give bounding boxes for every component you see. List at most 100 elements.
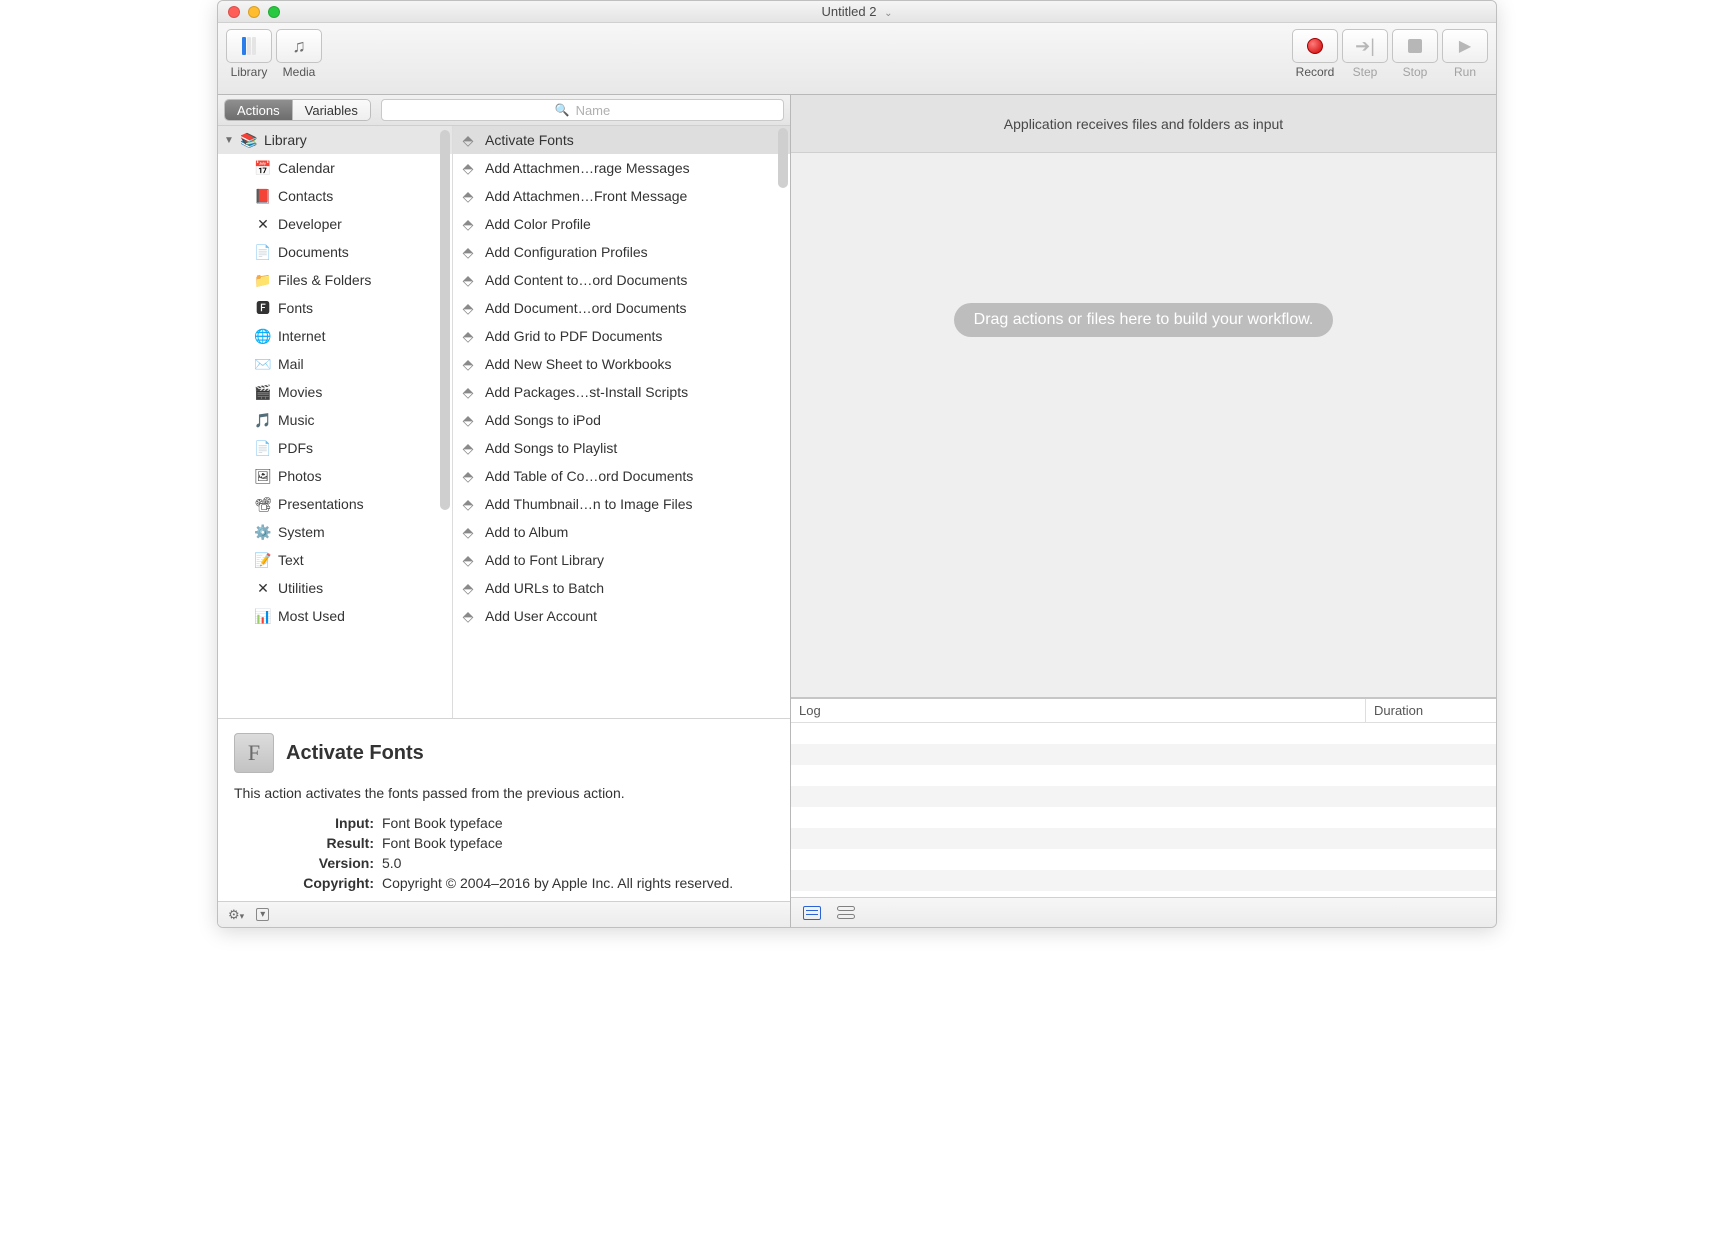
action-label: Add URLs to Batch <box>485 580 604 596</box>
category-item[interactable]: 📝Text <box>218 546 452 574</box>
zoom-window-button[interactable] <box>268 6 280 18</box>
action-item[interactable]: ⬘Add Configuration Profiles <box>453 238 790 266</box>
gear-menu-button[interactable]: ⚙︎▾ <box>228 907 244 923</box>
action-icon: ⬘ <box>457 243 479 261</box>
search-field[interactable]: 🔍 Name <box>381 99 784 121</box>
category-item[interactable]: 📄PDFs <box>218 434 452 462</box>
category-item[interactable]: 🎵Music <box>218 406 452 434</box>
action-item[interactable]: ⬘Add Attachmen…Front Message <box>453 182 790 210</box>
stop-label: Stop <box>1403 65 1428 79</box>
action-item[interactable]: ⬘ Add URLs to Batch <box>453 574 790 602</box>
minimize-window-button[interactable] <box>248 6 260 18</box>
close-window-button[interactable] <box>228 6 240 18</box>
action-item[interactable]: ⬘Activate Fonts <box>453 126 790 154</box>
workflow-placeholder: Drag actions or files here to build your… <box>954 303 1334 337</box>
log-view-button[interactable] <box>803 906 821 920</box>
category-item[interactable]: ✉️Mail <box>218 350 452 378</box>
category-item[interactable]: 🎬Movies <box>218 378 452 406</box>
action-item[interactable]: ⬘Add New Sheet to Workbooks <box>453 350 790 378</box>
tab-actions[interactable]: Actions <box>225 100 292 120</box>
window-title: Untitled 2 <box>822 4 877 19</box>
tab-variables[interactable]: Variables <box>292 100 370 120</box>
log-column-header[interactable]: Log <box>791 699 1366 722</box>
sidebar-tabs: Actions Variables 🔍 Name <box>218 95 790 126</box>
meta-copyright-key: Copyright: <box>234 875 374 891</box>
action-label: Add to Font Library <box>485 552 604 568</box>
log-panel: Log Duration <box>791 697 1496 897</box>
meta-result-value: Font Book typeface <box>382 835 774 851</box>
category-label: PDFs <box>278 440 313 456</box>
category-item[interactable]: 🖼Photos <box>218 462 452 490</box>
meta-input-value: Font Book typeface <box>382 815 774 831</box>
action-icon: ⬘ <box>457 579 479 597</box>
category-item[interactable]: 📽Presentations <box>218 490 452 518</box>
log-row <box>791 765 1496 786</box>
category-item[interactable]: ✕ Utilities <box>218 574 452 602</box>
category-item[interactable]: 🅵Fonts <box>218 294 452 322</box>
action-item[interactable]: ⬘Add Color Profile <box>453 210 790 238</box>
action-icon: ⬘ <box>457 187 479 205</box>
log-row <box>791 786 1496 807</box>
action-item[interactable]: ⬘Add Content to…ord Documents <box>453 266 790 294</box>
action-label: Add to Album <box>485 524 568 540</box>
library-sidebar: Actions Variables 🔍 Name ▼ 📚 Library 📅Ca… <box>218 95 791 927</box>
category-icon: ⚙️ <box>254 523 272 541</box>
workflow-input-text: Application receives files and folders a… <box>1004 116 1283 132</box>
toggle-description-button[interactable]: ▾ <box>256 908 269 921</box>
category-item[interactable]: 📅Calendar <box>218 154 452 182</box>
scrollbar[interactable] <box>778 128 788 188</box>
action-icon: ⬘ <box>457 551 479 569</box>
library-toolbar-button[interactable] <box>226 29 272 63</box>
category-item[interactable]: 🌐Internet <box>218 322 452 350</box>
action-item[interactable]: ⬘Add Packages…st-Install Scripts <box>453 378 790 406</box>
actions-list[interactable]: ⬘Activate Fonts⬘Add Attachmen…rage Messa… <box>453 126 790 718</box>
workflow-canvas[interactable]: Drag actions or files here to build your… <box>791 153 1496 697</box>
action-icon: ⬘ <box>457 523 479 541</box>
category-item[interactable]: 📁Files & Folders <box>218 266 452 294</box>
category-list[interactable]: ▼ 📚 Library 📅Calendar📕Contacts✕Developer… <box>218 126 453 718</box>
workflow-input-banner[interactable]: Application receives files and folders a… <box>791 95 1496 153</box>
workflow-footer <box>791 897 1496 927</box>
action-item[interactable]: ⬘Add Songs to Playlist <box>453 434 790 462</box>
library-icon: 📚 <box>240 131 258 149</box>
log-row <box>791 870 1496 891</box>
action-item[interactable]: ⬘Add Songs to iPod <box>453 406 790 434</box>
category-icon: 🎵 <box>254 411 272 429</box>
action-item[interactable]: ⬘ Add to Font Library <box>453 546 790 574</box>
log-row <box>791 807 1496 828</box>
action-item[interactable]: ⬘ Add to Album <box>453 518 790 546</box>
media-toolbar-button[interactable]: ♫ <box>276 29 322 63</box>
action-description: This action activates the fonts passed f… <box>234 785 774 801</box>
disclosure-triangle-icon[interactable]: ▼ <box>224 135 234 146</box>
action-label: Add User Account <box>485 608 597 624</box>
category-item[interactable]: 📊Most Used <box>218 602 452 630</box>
duration-column-header[interactable]: Duration <box>1366 699 1496 722</box>
category-icon: ✕ <box>254 579 272 597</box>
category-item[interactable]: ✕Developer <box>218 210 452 238</box>
action-item[interactable]: ⬘Add Grid to PDF Documents <box>453 322 790 350</box>
category-item[interactable]: 📕Contacts <box>218 182 452 210</box>
action-label: Activate Fonts <box>485 132 574 148</box>
action-label: Add Color Profile <box>485 216 591 232</box>
record-button[interactable] <box>1292 29 1338 63</box>
action-item[interactable]: ⬘Add User Account <box>453 602 790 630</box>
action-label: Add Thumbnail…n to Image Files <box>485 496 693 512</box>
action-item[interactable]: ⬘Add Document…ord Documents <box>453 294 790 322</box>
action-label: Add Document…ord Documents <box>485 300 687 316</box>
scrollbar[interactable] <box>440 130 450 510</box>
library-root[interactable]: ▼ 📚 Library <box>218 126 452 154</box>
title-chevron-icon[interactable]: ⌄ <box>884 8 892 19</box>
action-label: Add Packages…st-Install Scripts <box>485 384 688 400</box>
action-item[interactable]: ⬘Add Table of Co…ord Documents <box>453 462 790 490</box>
flow-view-button[interactable] <box>837 906 855 920</box>
stop-button[interactable] <box>1392 29 1438 63</box>
run-button[interactable]: ▶ <box>1442 29 1488 63</box>
category-item[interactable]: 📄Documents <box>218 238 452 266</box>
category-label: Developer <box>278 216 342 232</box>
action-item[interactable]: ⬘Add Attachmen…rage Messages <box>453 154 790 182</box>
automator-window: Untitled 2 ⌄ Library ♫ Media Record <box>217 0 1497 928</box>
category-item[interactable]: ⚙️System <box>218 518 452 546</box>
category-label: Utilities <box>278 580 323 596</box>
step-button[interactable]: ➔| <box>1342 29 1388 63</box>
action-item[interactable]: ⬘Add Thumbnail…n to Image Files <box>453 490 790 518</box>
